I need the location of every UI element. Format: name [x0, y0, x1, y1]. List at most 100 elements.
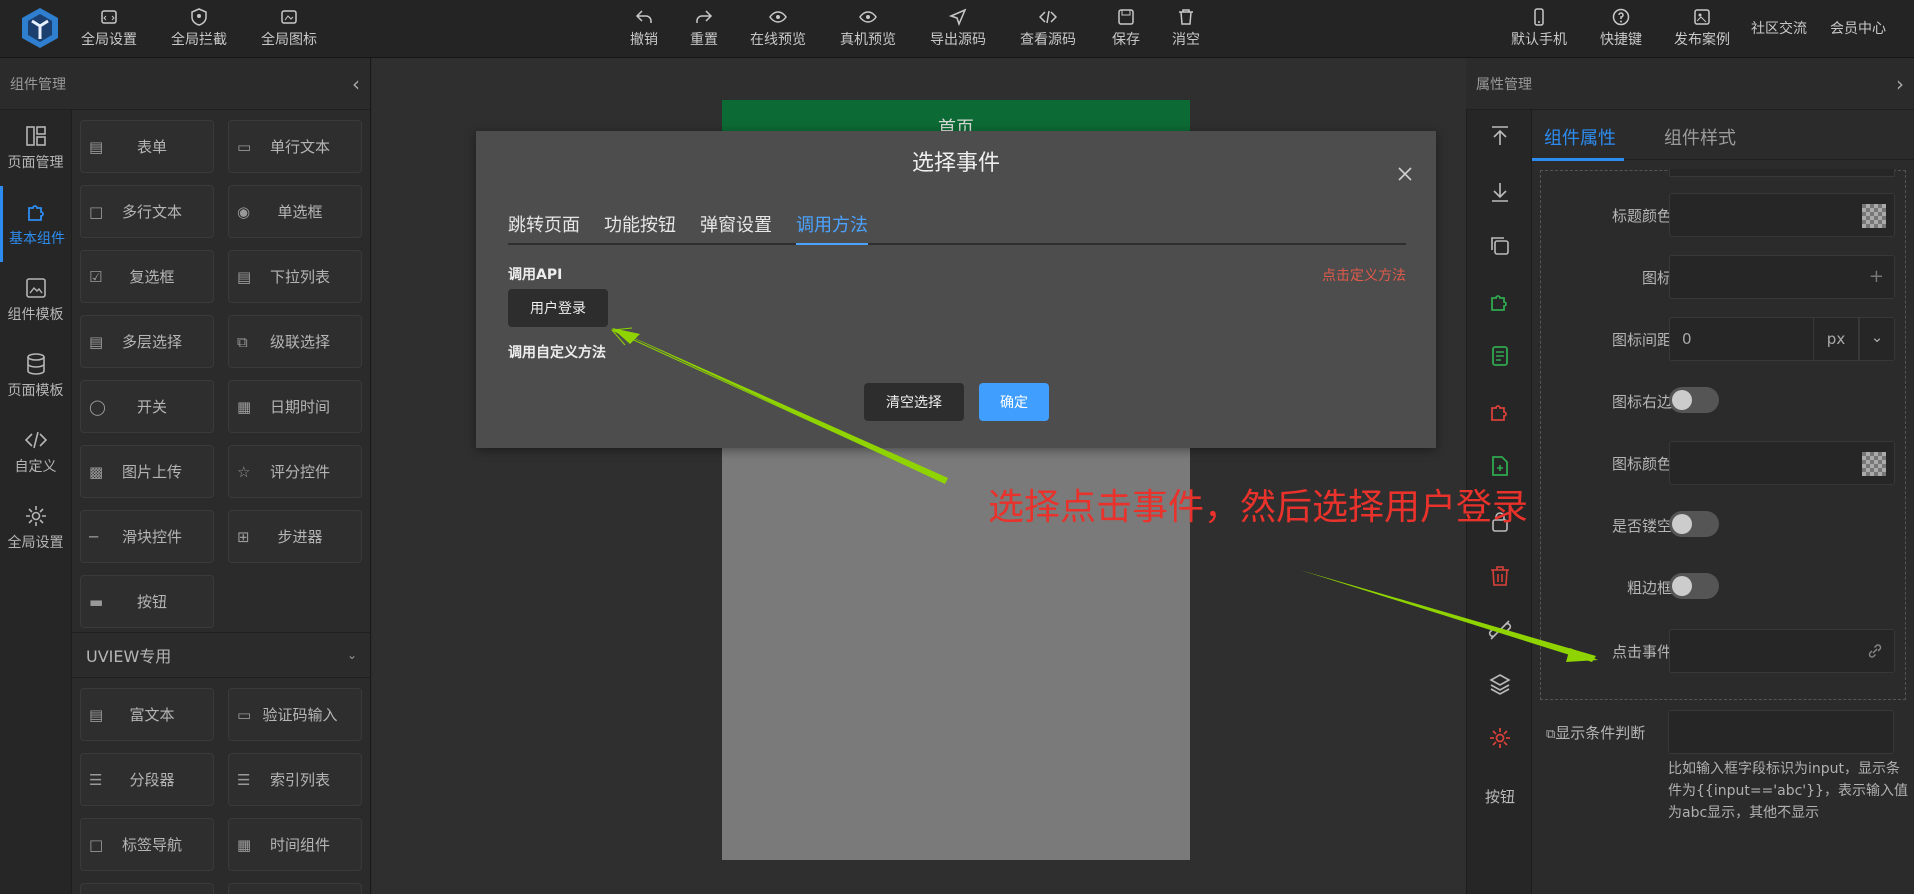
component-single-text[interactable]: ▭ 单行文本	[228, 120, 362, 173]
component-cascade[interactable]: ⧉ 级联选择	[228, 315, 362, 368]
custom-method-label: 调用自定义方法	[508, 345, 606, 361]
default-phone-button[interactable]: 默认手机	[1511, 8, 1567, 49]
device-preview-button[interactable]: 真机预览	[840, 8, 896, 49]
doc-green-button[interactable]	[1467, 344, 1533, 368]
code-icon	[1039, 10, 1057, 24]
component-red-button[interactable]	[1467, 400, 1533, 424]
component-stepper[interactable]: ⊞ 步进器	[228, 510, 362, 563]
color-swatch-icon[interactable]	[1862, 452, 1886, 476]
click-event-field[interactable]	[1669, 629, 1895, 673]
component-rich-text[interactable]: ▤ 富文本	[80, 688, 214, 741]
component-green-button[interactable]	[1467, 290, 1533, 314]
color-swatch-icon[interactable]	[1862, 204, 1886, 228]
link-icon[interactable]	[1866, 642, 1884, 660]
global-icons-label: 全局图标	[261, 32, 317, 48]
view-source-button[interactable]: 查看源码	[1020, 8, 1076, 49]
undo-button[interactable]: 撤销	[630, 8, 658, 49]
icon-color-label: 图标颜色:	[1611, 455, 1677, 473]
arrow-top-icon	[1492, 126, 1508, 145]
icon-spacing-unit[interactable]: px	[1813, 317, 1859, 361]
component-checkbox[interactable]: ☑ 复选框	[80, 250, 214, 303]
component-multi-text[interactable]: □ 多行文本	[80, 185, 214, 238]
settings-red-button[interactable]	[1467, 726, 1533, 750]
delete-button[interactable]	[1467, 564, 1533, 588]
component-slider[interactable]: ─ 滑块控件	[80, 510, 214, 563]
component-code-input[interactable]: ▭ 验证码输入	[228, 688, 362, 741]
save-label: 保存	[1112, 32, 1140, 48]
component-multilevel[interactable]: ▤ 多层选择	[80, 315, 214, 368]
component-switch[interactable]: ◯ 开关	[80, 380, 214, 433]
global-icons-button[interactable]: 全局图标	[261, 8, 317, 49]
tab-component-props[interactable]: 组件属性	[1544, 124, 1616, 150]
nav-custom[interactable]: 自定义	[0, 414, 71, 490]
thick-border-toggle[interactable]	[1669, 573, 1719, 599]
close-icon[interactable]	[1396, 165, 1414, 183]
icon-spacing-input[interactable]: 0	[1669, 317, 1813, 361]
unit-dropdown[interactable]: ⌄	[1859, 317, 1895, 361]
member-center-link[interactable]: 会员中心	[1830, 18, 1886, 38]
define-method-link[interactable]: 点击定义方法	[1322, 265, 1406, 285]
component-form[interactable]: ▤ 表单	[80, 120, 214, 173]
component-image-upload[interactable]: ▩ 图片上传	[80, 445, 214, 498]
copy-button[interactable]	[1467, 234, 1533, 258]
component-datetime[interactable]: ▦ 日期时间	[228, 380, 362, 433]
hollow-toggle[interactable]	[1669, 511, 1719, 537]
icon-field[interactable]: +	[1669, 255, 1895, 299]
component-partial	[80, 883, 214, 894]
component-tab-nav[interactable]: □ 标签导航	[80, 818, 214, 871]
component-dropdown[interactable]: ▤ 下拉列表	[228, 250, 362, 303]
clear-button[interactable]: 消空	[1172, 8, 1200, 49]
component-index-list[interactable]: ☰ 索引列表	[228, 753, 362, 806]
community-link[interactable]: 社区交流	[1751, 18, 1807, 38]
calendar-icon: ▦	[237, 836, 252, 854]
property-panel: 属性管理 › 组件属性 组件样式 标题颜色: 图标: + 图标间距: 0 px …	[1466, 58, 1914, 894]
unlink-button[interactable]	[1467, 618, 1533, 642]
richtext-icon: ▤	[89, 706, 104, 724]
move-bottom-button[interactable]	[1467, 180, 1533, 204]
export-source-button[interactable]: 导出源码	[930, 8, 986, 49]
uview-section-title: UVIEW专用	[86, 647, 172, 666]
publish-case-button[interactable]: 发布案例	[1674, 8, 1730, 49]
move-top-button[interactable]	[1467, 124, 1533, 148]
icon-right-toggle[interactable]	[1669, 387, 1719, 413]
image-icon: ▩	[89, 463, 104, 481]
layers-button[interactable]	[1467, 672, 1533, 696]
tab-call-method[interactable]: 调用方法	[796, 211, 868, 245]
nav-global-settings[interactable]: 全局设置	[0, 490, 71, 566]
clear-label: 消空	[1172, 32, 1200, 48]
title-color-field[interactable]	[1669, 193, 1895, 237]
redo-button[interactable]: 重置	[690, 8, 718, 49]
clear-selection-button[interactable]: 清空选择	[864, 383, 964, 421]
properties-group: 标题颜色: 图标: + 图标间距: 0 px ⌄ 图标右边: 图标颜色: 是否镂…	[1540, 169, 1906, 700]
global-settings-button[interactable]: 全局设置	[81, 8, 137, 49]
doc-add-button[interactable]	[1467, 454, 1533, 478]
nav-component-templates[interactable]: 组件模板	[0, 262, 71, 338]
save-button[interactable]: 保存	[1112, 8, 1140, 49]
tab-jump-page[interactable]: 跳转页面	[508, 211, 580, 245]
phone-icon	[1534, 8, 1544, 26]
chevron-right-icon[interactable]: ›	[1896, 72, 1904, 96]
shortcuts-button[interactable]: 快捷键	[1600, 8, 1642, 49]
chevron-down-icon: ⌄	[1870, 328, 1884, 346]
display-condition-field[interactable]	[1668, 710, 1894, 754]
nav-page-templates[interactable]: 页面模板	[0, 338, 71, 414]
global-intercept-button[interactable]: 全局拦截	[171, 8, 227, 49]
user-login-button[interactable]: 用户登录	[508, 289, 608, 327]
icon-color-field[interactable]	[1669, 441, 1895, 485]
online-preview-button[interactable]: 在线预览	[750, 8, 806, 49]
component-radio[interactable]: ◉ 单选框	[228, 185, 362, 238]
tab-function-button[interactable]: 功能按钮	[604, 211, 676, 245]
component-rating[interactable]: ☆ 评分控件	[228, 445, 362, 498]
component-time[interactable]: ▦ 时间组件	[228, 818, 362, 871]
component-segment[interactable]: ☰ 分段器	[80, 753, 214, 806]
tab-component-styles[interactable]: 组件样式	[1664, 124, 1736, 150]
component-button[interactable]: ▬ 按钮	[80, 575, 214, 628]
plus-icon[interactable]: +	[1869, 266, 1884, 287]
nav-page-manage[interactable]: 页面管理	[0, 110, 71, 186]
uview-section-header[interactable]: UVIEW专用 ⌄	[72, 632, 371, 678]
database-icon	[26, 353, 45, 375]
tab-popup-settings[interactable]: 弹窗设置	[700, 211, 772, 245]
chevron-left-icon[interactable]: ‹	[352, 72, 360, 96]
confirm-button[interactable]: 确定	[979, 383, 1049, 421]
nav-basic-components[interactable]: 基本组件	[0, 186, 71, 262]
